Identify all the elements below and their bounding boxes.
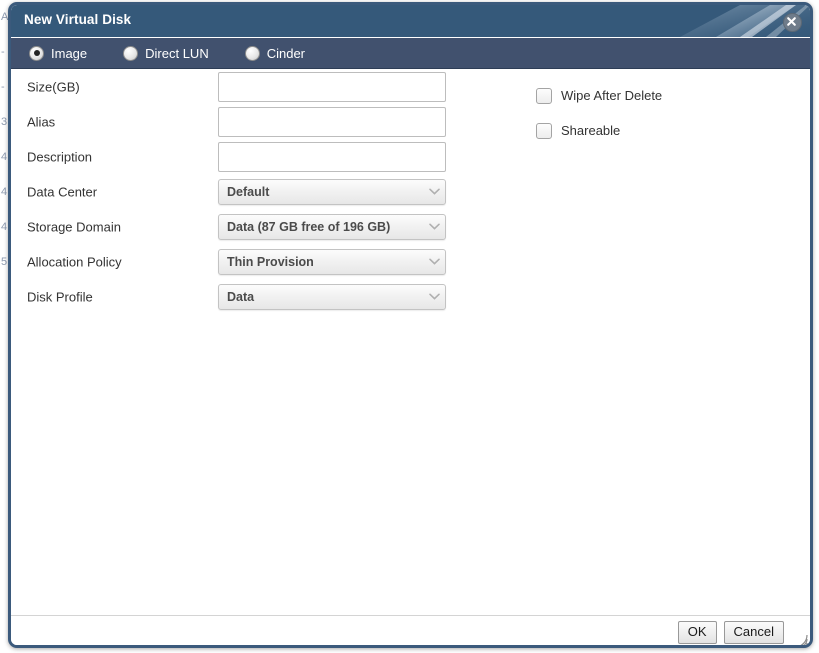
field-disk-profile: Data [218,283,446,310]
label-disk-profile: Disk Profile [27,289,93,304]
form-row-size: Size(GB) [11,69,481,104]
radio-option-direct-lun[interactable]: Direct LUN [123,45,209,61]
allocation-policy-select[interactable]: Thin Provision [218,248,446,275]
form-row-description: Description [11,139,481,174]
radio-label: Direct LUN [145,45,209,61]
disk-profile-value: Data [227,289,255,304]
wipe-after-delete-checkbox[interactable] [536,87,552,104]
dialog-footer: OK Cancel [11,615,810,648]
data-center-select[interactable]: Default [218,178,446,205]
close-icon[interactable] [783,13,802,32]
cancel-button[interactable]: Cancel [723,620,784,645]
description-input[interactable] [218,141,446,172]
form-row-data-center: Data Center Default [11,174,481,209]
checkbox-row-shareable[interactable]: Shareable [536,113,662,148]
radio-icon-selected [29,45,44,61]
chevron-down-icon [423,258,445,265]
form-row-allocation-policy: Allocation Policy Thin Provision [11,244,481,279]
chevron-down-icon [423,223,445,230]
field-size [218,71,446,102]
ok-button[interactable]: OK [677,620,717,645]
radio-label: Cinder [266,45,306,61]
radio-icon [123,45,139,61]
label-alias: Alias [27,114,56,129]
field-alias [218,106,446,137]
wipe-after-delete-label: Wipe After Delete [561,88,663,103]
field-data-center: Default [218,178,446,205]
dialog-titlebar[interactable]: New Virtual Disk [11,5,810,37]
shareable-label: Shareable [561,123,621,138]
radio-option-image[interactable]: Image [29,45,88,61]
chevron-down-icon [423,293,445,300]
storage-domain-select[interactable]: Data (87 GB free of 196 GB) [218,213,446,240]
disk-type-radio-group: Image Direct LUN Cinder [11,37,810,69]
new-virtual-disk-dialog: New Virtual Disk Image Direct LUN Cinder… [8,2,813,648]
storage-domain-value: Data (87 GB free of 196 GB) [227,219,391,234]
field-allocation-policy: Thin Provision [218,248,446,275]
dialog-title: New Virtual Disk [24,12,132,27]
label-allocation-policy: Allocation Policy [27,254,122,269]
data-center-value: Default [227,184,270,199]
radio-icon [244,45,260,61]
shareable-checkbox[interactable] [536,122,552,139]
label-data-center: Data Center [27,184,98,199]
label-storage-domain: Storage Domain [27,219,121,234]
form-row-alias: Alias [11,104,481,139]
radio-label: Image [51,45,88,61]
alias-input[interactable] [218,106,446,137]
form-fields: Size(GB) Alias Description Data Center D… [11,69,481,314]
field-storage-domain: Data (87 GB free of 196 GB) [218,213,446,240]
allocation-policy-value: Thin Provision [227,254,314,269]
disk-profile-select[interactable]: Data [218,283,446,310]
disk-options: Wipe After Delete Shareable [536,78,662,148]
form-row-storage-domain: Storage Domain Data (87 GB free of 196 G… [11,209,481,244]
size-input[interactable] [218,71,446,102]
chevron-down-icon [423,188,445,195]
form-row-disk-profile: Disk Profile Data [11,279,481,314]
checkbox-row-wipe-after-delete[interactable]: Wipe After Delete [536,78,662,113]
label-size: Size(GB) [27,79,80,94]
resize-grip-icon[interactable] [792,632,808,648]
label-description: Description [27,149,93,164]
dialog-content: Size(GB) Alias Description Data Center D… [11,69,810,615]
titlebar-swoosh-decoration [680,5,810,37]
radio-option-cinder[interactable]: Cinder [244,45,306,61]
field-description [218,141,446,172]
